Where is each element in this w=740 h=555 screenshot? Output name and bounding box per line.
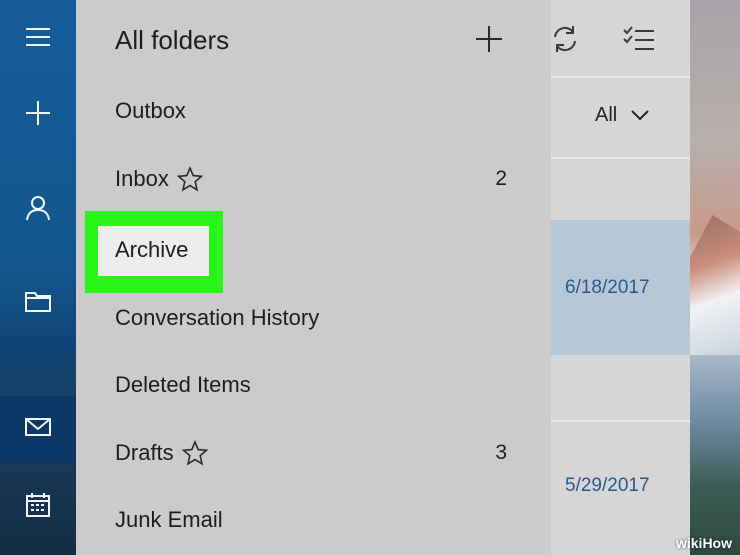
folders-button[interactable]	[0, 270, 76, 336]
unread-count: 3	[495, 441, 507, 464]
pane-title: All folders	[115, 25, 230, 55]
folder-label: Archive	[115, 237, 189, 262]
folder-outbox[interactable]: Outbox	[115, 91, 515, 131]
message-date: 6/18/2017	[565, 277, 650, 298]
add-folder-button[interactable]	[474, 24, 504, 59]
watermark: wikiHow	[675, 535, 732, 551]
mail-icon	[24, 417, 52, 442]
unread-count: 2	[495, 167, 507, 190]
divider	[551, 76, 690, 78]
calendar-icon	[25, 492, 51, 523]
folder-label: Outbox	[115, 98, 186, 123]
folder-drafts[interactable]: Drafts 3	[115, 433, 515, 473]
folder-deleted-items[interactable]: Deleted Items	[115, 365, 515, 405]
new-mail-button[interactable]	[0, 82, 76, 148]
plus-icon	[25, 100, 51, 131]
folder-label: Inbox	[115, 166, 169, 191]
folder-archive[interactable]: Archive	[115, 230, 515, 270]
menu-icon	[25, 27, 51, 52]
person-icon	[26, 195, 50, 226]
divider	[551, 157, 690, 159]
chevron-down-icon	[631, 104, 649, 127]
hamburger-menu-button[interactable]	[0, 6, 76, 72]
background-image	[690, 0, 740, 555]
plus-icon	[474, 26, 504, 58]
message-row[interactable]: 5/29/2017	[551, 422, 690, 555]
mountain-peak	[690, 215, 740, 355]
folder-inbox[interactable]: Inbox 2	[115, 159, 515, 199]
folder-label: Drafts	[115, 440, 174, 465]
folder-label: Conversation History	[115, 305, 320, 330]
folder-label: Deleted Items	[115, 372, 251, 397]
filter-dropdown[interactable]: All	[595, 104, 649, 127]
folder-label: Junk Email	[115, 507, 223, 532]
filter-label: All	[595, 104, 618, 126]
people-button[interactable]	[0, 177, 76, 243]
sync-icon[interactable]	[551, 24, 579, 59]
folder-icon	[24, 289, 52, 318]
star-icon[interactable]	[176, 166, 203, 192]
folder-conversation-history[interactable]: Conversation History	[115, 298, 515, 338]
message-row[interactable]: 6/18/2017	[551, 220, 690, 355]
message-list: All 6/18/2017 5/29/2017	[551, 0, 690, 555]
calendar-button[interactable]	[0, 474, 76, 540]
nav-rail	[0, 0, 76, 555]
message-date: 5/29/2017	[565, 475, 650, 496]
star-icon[interactable]	[181, 440, 208, 466]
select-mode-icon[interactable]	[623, 26, 655, 57]
folder-junk-email[interactable]: Junk Email	[115, 500, 515, 540]
mail-button[interactable]	[0, 396, 76, 462]
